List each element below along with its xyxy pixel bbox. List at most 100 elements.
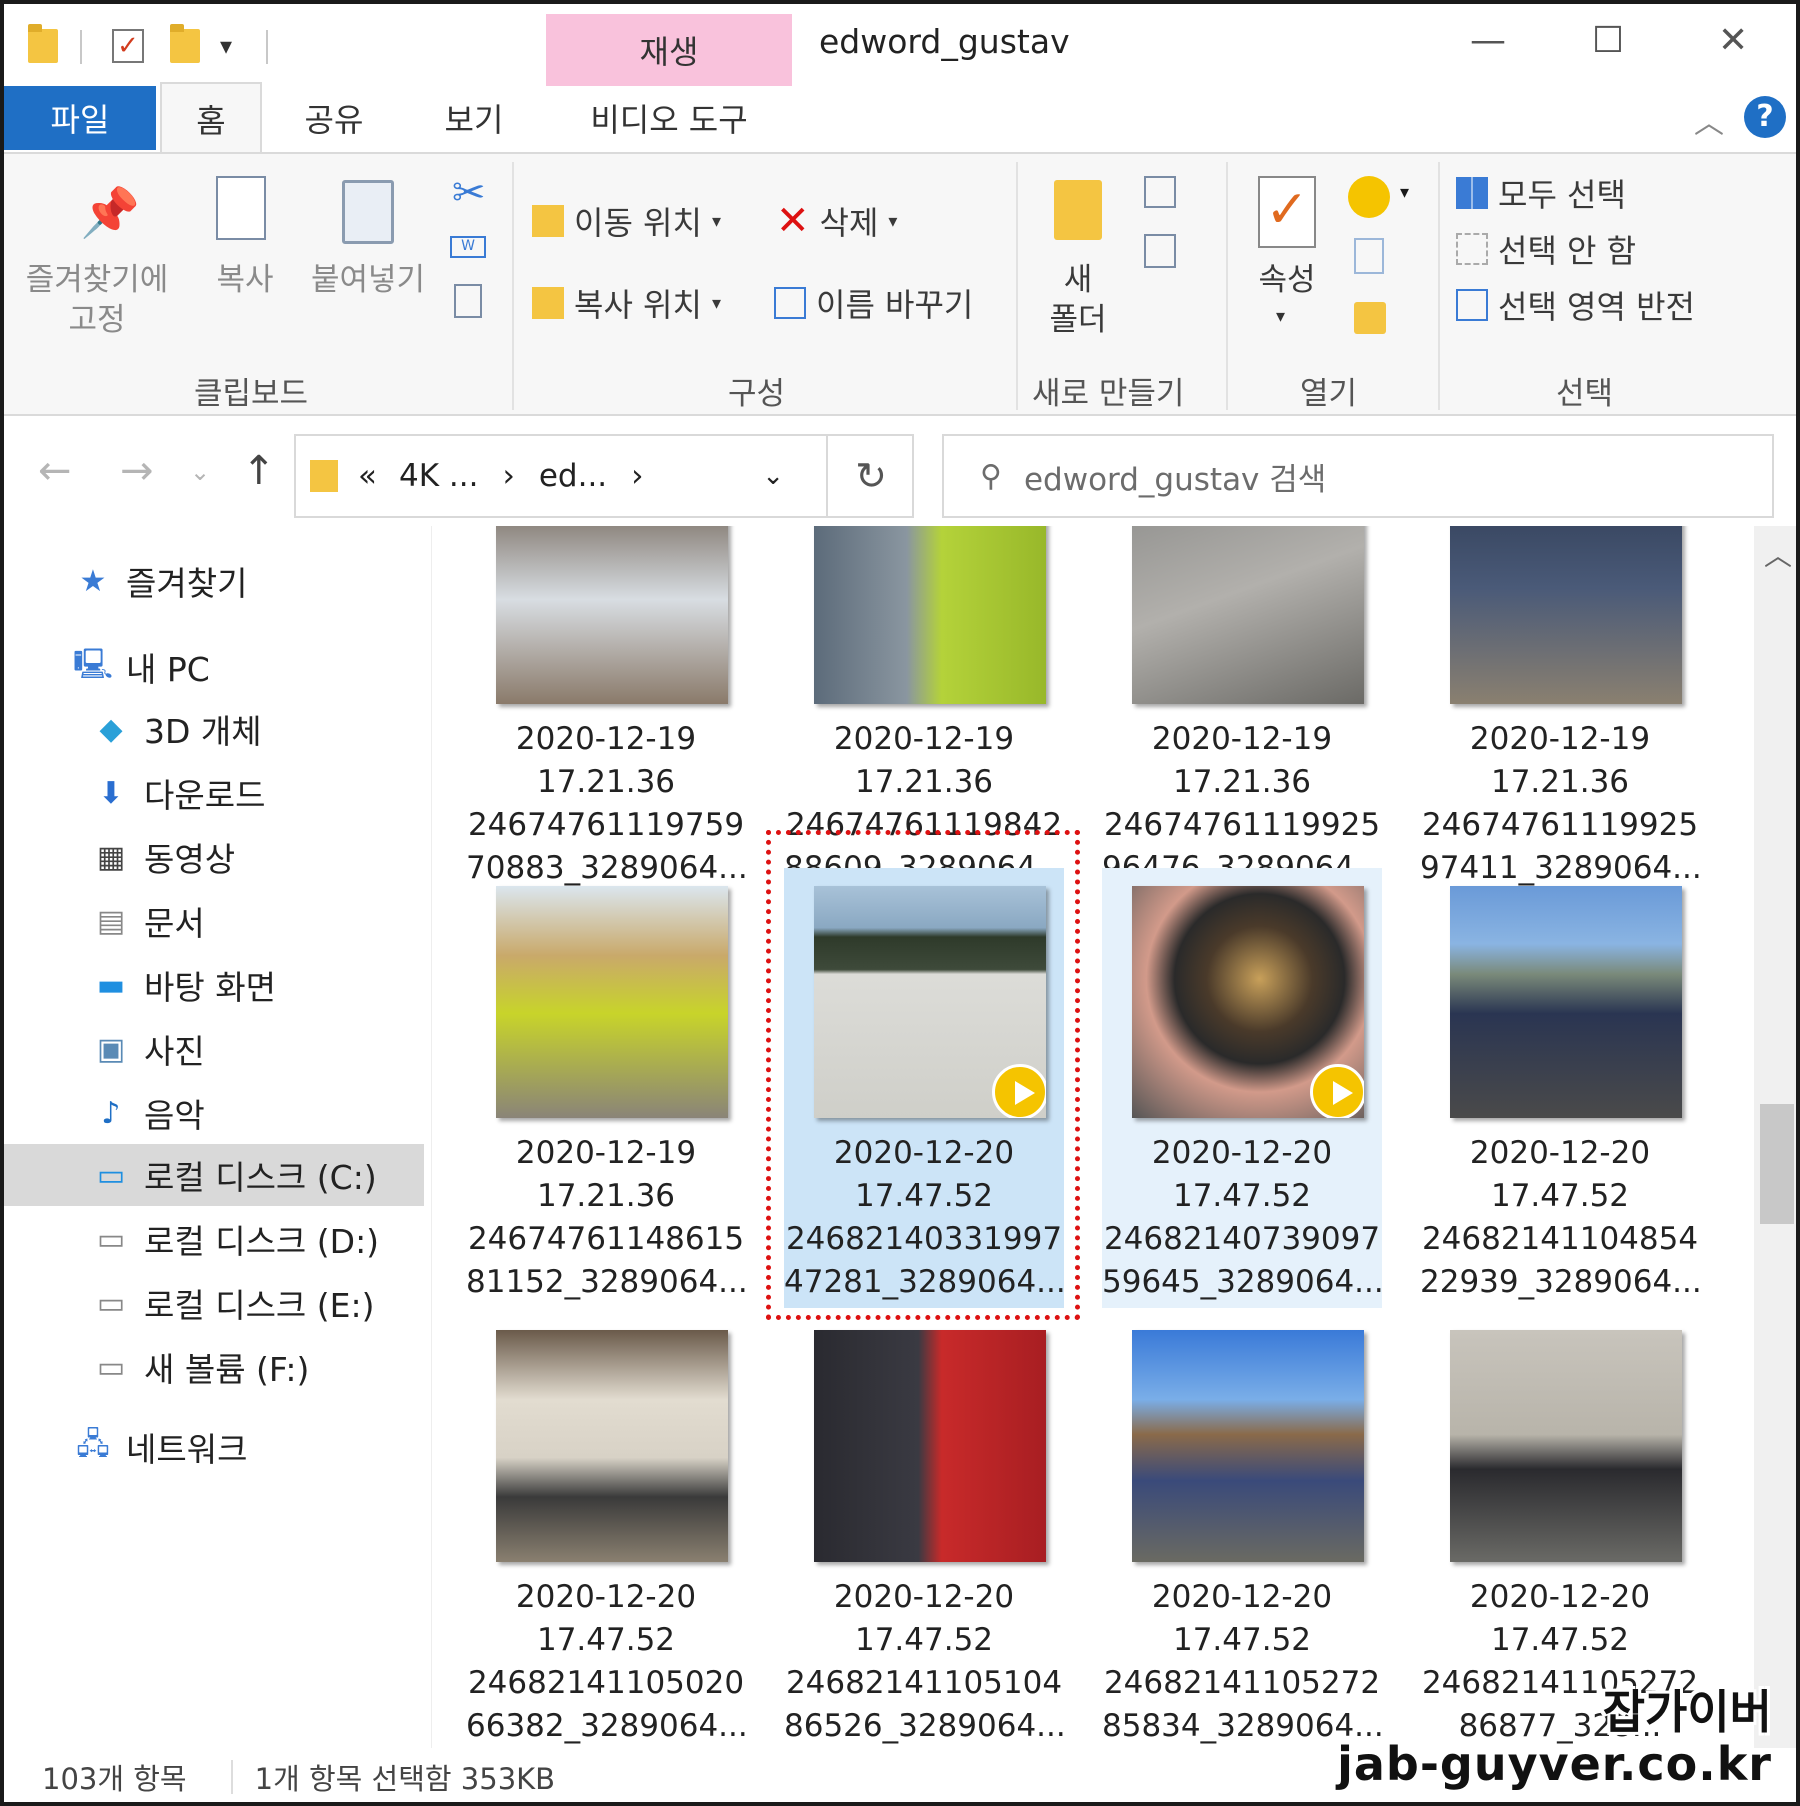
tab-video-tools[interactable]: 비디오 도구 — [546, 82, 792, 154]
vertical-scrollbar[interactable]: ︿ — [1754, 526, 1796, 1748]
up-icon[interactable]: ↑ — [242, 448, 276, 494]
file-name: 2020-12-20 17.47.52 24682141105104 86526_32… — [784, 1579, 1066, 1744]
tab-share[interactable]: 공유 — [274, 82, 394, 154]
file-item[interactable]: 2020-12-19 17.21.36 24674761119925 97411_32… — [1420, 526, 1702, 894]
folder-icon[interactable] — [28, 24, 58, 66]
file-item[interactable]: 2020-12-19 17.21.36 24674761119759 70883_32… — [466, 526, 748, 894]
breadcrumb-overflow[interactable]: « — [358, 458, 377, 494]
tab-home[interactable]: 홈 — [160, 82, 262, 154]
properties-button[interactable]: 속성 — [1242, 260, 1332, 300]
nav-volume-f[interactable]: ▭ 새 볼륨 (F:) — [4, 1336, 424, 1398]
file-item[interactable]: 2020-12-20 17.47.52 24682140739097 59645_32… — [1102, 868, 1384, 1308]
invert-selection-button[interactable]: 선택 영역 반전 — [1456, 282, 1695, 328]
copy-button[interactable]: 복사 — [200, 260, 290, 300]
properties-check-icon[interactable]: ✓ — [112, 26, 144, 66]
file-thumbnail — [1132, 526, 1364, 704]
drive-icon: ▭ — [96, 1285, 126, 1321]
collapse-ribbon-icon[interactable]: ︿ — [1694, 98, 1724, 142]
nav-disk-d[interactable]: ▭ 로컬 디스크 (D:) — [4, 1208, 424, 1270]
nav-label: 새 볼륨 (F:) — [144, 1350, 310, 1389]
paste-button[interactable]: 붙여넣기 — [302, 260, 434, 300]
file-name: 2020-12-1917.21.362467476111992596476_32… — [1102, 721, 1384, 886]
move-folder-icon — [532, 205, 564, 237]
nav-label: 내 PC — [126, 650, 210, 689]
play-context-tab[interactable]: 재생 — [546, 14, 792, 86]
nav-documents[interactable]: ▤ 문서 — [4, 890, 424, 952]
delete-x-icon: ✕ — [776, 198, 810, 244]
nav-disk-c[interactable]: ▭ 로컬 디스크 (C:) — [4, 1144, 424, 1206]
nav-3d-objects[interactable]: ◆ 3D 개체 — [4, 698, 424, 760]
search-input[interactable]: ⚲ edword_gustav 검색 — [942, 434, 1774, 518]
back-icon[interactable]: ← — [38, 448, 72, 494]
new-folder-icon[interactable] — [170, 24, 200, 66]
close-button[interactable]: ✕ — [1718, 20, 1748, 61]
properties-icon: ✓ — [1258, 176, 1316, 248]
nav-videos[interactable]: ▦ 동영상 — [4, 826, 424, 888]
file-item[interactable]: 2020-12-20 17.47.52 24682141105272 85834_32… — [1102, 1312, 1384, 1748]
nav-disk-e[interactable]: ▭ 로컬 디스크 (E:) — [4, 1272, 424, 1334]
minimize-button[interactable]: — — [1470, 20, 1506, 61]
open-play-icon[interactable] — [1348, 176, 1390, 218]
pin-to-quick-access-button[interactable]: 즐겨찾기에 고정 — [22, 260, 172, 340]
file-item[interactable]: 2020-12-19 17.21.36 24674761148615 81152_32… — [466, 868, 748, 1308]
ribbon-tabs: 파일 홈 공유 보기 비디오 도구 ︿ ? — [4, 82, 1796, 154]
play-icon — [992, 1064, 1046, 1118]
copy-path-icon[interactable]: W — [450, 236, 486, 258]
nav-music[interactable]: ♪ 음악 — [4, 1082, 424, 1144]
file-name: 2020-12-1917.21.362467476111984288609_32… — [784, 721, 1066, 886]
nav-downloads[interactable]: ⬇ 다운로드 — [4, 762, 424, 824]
scroll-up-icon[interactable]: ︿ — [1764, 534, 1792, 574]
new-folder-button[interactable]: 새 폴더 — [1034, 260, 1122, 340]
open-dropdown-icon[interactable]: ▾ — [1400, 182, 1409, 203]
nav-this-pc[interactable]: 🖳 내 PC — [4, 636, 424, 698]
address-bar[interactable]: « 4K ... › ed... › ⌄ — [294, 434, 914, 518]
nav-desktop[interactable]: ▬ 바탕 화면 — [4, 954, 424, 1016]
breadcrumb-4k[interactable]: 4K ... — [399, 458, 478, 494]
network-icon: 🖧 — [76, 1426, 110, 1462]
file-item[interactable]: 2020-12-1917.21.362467476111984288609_32… — [784, 526, 1066, 894]
copy-to-button[interactable]: 복사 위치 ▾ — [532, 280, 721, 326]
history-icon[interactable] — [1354, 302, 1386, 334]
new-item-icon[interactable] — [1144, 176, 1176, 208]
tab-view[interactable]: 보기 — [414, 82, 534, 154]
desktop-icon: ▬ — [96, 967, 126, 1003]
file-thumbnail — [1450, 1330, 1682, 1562]
item-count: 103개 항목 — [42, 1762, 187, 1796]
customize-quick-access-icon[interactable]: ▾ — [220, 26, 232, 66]
file-item[interactable]: 2020-12-1917.21.362467476111992596476_32… — [1102, 526, 1384, 894]
nav-label: 다운로드 — [144, 776, 266, 815]
easy-access-icon[interactable] — [1144, 234, 1176, 268]
properties-dropdown-icon[interactable]: ▾ — [1276, 306, 1285, 327]
nav-favorites[interactable]: ★ 즐겨찾기 — [4, 550, 424, 612]
copy-to-label: 복사 위치 — [574, 286, 702, 324]
edit-icon[interactable] — [1354, 238, 1384, 274]
file-item[interactable]: 2020-12-20 17.47.52 24682141105020 66382_32… — [466, 1312, 748, 1748]
recent-locations-icon[interactable]: ⌄ — [190, 458, 210, 486]
file-item-selected[interactable]: 2020-12-20 17.47.52 24682140331997 47281_32… — [784, 868, 1066, 1308]
tab-file[interactable]: 파일 — [4, 86, 156, 150]
file-item[interactable]: 2020-12-20 17.47.52 24682141104854 22939_32… — [1420, 868, 1702, 1308]
breadcrumb-separator[interactable]: › — [502, 458, 514, 494]
select-none-button[interactable]: 선택 안 함 — [1456, 226, 1636, 272]
select-all-button[interactable]: 모두 선택 — [1456, 170, 1626, 216]
file-name: 2020-12-20 17.47.52 24682141104854 22939_32… — [1420, 1135, 1702, 1300]
breadcrumb-separator[interactable]: › — [631, 458, 643, 494]
nav-network[interactable]: 🖧 네트워크 — [4, 1416, 424, 1478]
paste-shortcut-icon[interactable] — [454, 284, 482, 318]
help-icon[interactable]: ? — [1744, 96, 1786, 138]
cut-icon[interactable]: ✂ — [452, 170, 486, 216]
nav-pictures[interactable]: ▣ 사진 — [4, 1018, 424, 1080]
delete-button[interactable]: ✕ 삭제 ▾ — [776, 198, 897, 244]
file-item[interactable]: 2020-12-20 17.47.52 24682141105272 86877_32… — [1420, 1312, 1700, 1748]
scrollbar-thumb[interactable] — [1760, 1104, 1794, 1224]
forward-icon[interactable]: → — [120, 448, 154, 494]
ribbon: 📌 즐겨찾기에 고정 복사 붙여넣기 ✂ W 클립보드 이동 위치 ▾ ✕ 삭제… — [4, 152, 1796, 416]
file-item[interactable]: 2020-12-20 17.47.52 24682141105104 86526_32… — [784, 1312, 1066, 1748]
address-dropdown-icon[interactable]: ⌄ — [762, 461, 784, 491]
refresh-button[interactable]: ↻ — [826, 434, 914, 518]
move-to-button[interactable]: 이동 위치 ▾ — [532, 198, 721, 244]
file-thumbnail — [1132, 886, 1364, 1118]
rename-button[interactable]: 이름 바꾸기 — [774, 280, 973, 326]
breadcrumb-ed[interactable]: ed... — [539, 458, 607, 494]
maximize-button[interactable]: ☐ — [1592, 20, 1624, 61]
